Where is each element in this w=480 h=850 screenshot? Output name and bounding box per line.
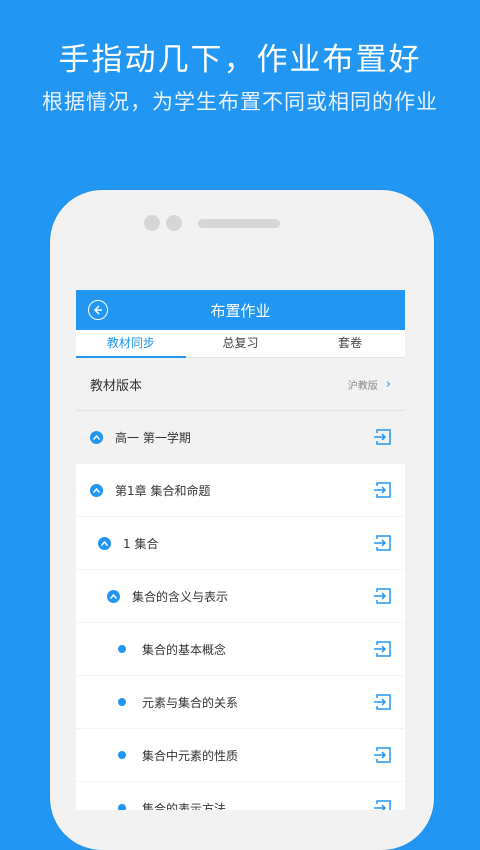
sensor — [166, 215, 182, 231]
tree-row[interactable]: 集合中元素的性质 — [76, 729, 405, 782]
tree-row[interactable]: 高一 第一学期 — [76, 411, 405, 464]
assign-icon[interactable] — [373, 639, 393, 659]
tab-papers[interactable]: 套卷 — [295, 330, 405, 357]
page-title: 布置作业 — [210, 301, 271, 320]
collapse-icon[interactable] — [107, 589, 120, 603]
assign-icon[interactable] — [373, 745, 393, 765]
tree-row[interactable]: 第1章 集合和命题 — [76, 464, 405, 517]
tree-row-label: 集合的基本概念 — [142, 642, 227, 657]
app-screen: 布置作业 教材同步 总复习 套卷 教材版本 沪教版 › 高一 第一学期 第1章 … — [76, 290, 405, 810]
tree-row-label: 元素与集合的关系 — [142, 695, 239, 710]
assign-icon[interactable] — [373, 533, 393, 553]
back-button[interactable] — [88, 300, 108, 320]
tab-bar: 教材同步 总复习 套卷 — [76, 330, 405, 358]
chevron-right-icon: › — [385, 376, 391, 392]
assign-icon[interactable] — [373, 586, 393, 606]
tree-row-label: 集合的含义与表示 — [132, 589, 229, 604]
tree-row-label: 集合中元素的性质 — [142, 748, 239, 763]
collapse-icon[interactable] — [98, 536, 111, 550]
textbook-version-label: 教材版本 — [90, 378, 143, 394]
earpiece-speaker — [198, 219, 280, 228]
textbook-version-row[interactable]: 教材版本 沪教版 › — [76, 358, 405, 411]
tree-row-label: 集合的表示方法 — [142, 801, 227, 811]
bullet-dot-icon — [118, 804, 126, 810]
promo-headline: 手指动几下，作业布置好 — [58, 42, 422, 78]
tree-row[interactable]: 1 集合 — [76, 517, 405, 570]
tree-row[interactable]: 元素与集合的关系 — [76, 676, 405, 729]
tree-row-label: 高一 第一学期 — [115, 430, 191, 445]
assign-icon[interactable] — [373, 427, 393, 447]
collapse-icon[interactable] — [90, 430, 103, 444]
bullet-dot-icon — [118, 698, 126, 706]
bullet-dot-icon — [118, 751, 126, 759]
tree-row[interactable]: 集合的表示方法 — [76, 782, 405, 810]
tab-review[interactable]: 总复习 — [186, 330, 296, 357]
tree-row[interactable]: 集合的基本概念 — [76, 623, 405, 676]
chapter-tree: 高一 第一学期 第1章 集合和命题 1 集合 集合的含义与表示 集合的基本概念 … — [76, 411, 405, 810]
promo-subline: 根据情况，为学生布置不同或相同的作业 — [42, 90, 438, 114]
tree-row-label: 1 集合 — [123, 536, 159, 551]
front-camera — [144, 215, 160, 231]
bullet-dot-icon — [118, 645, 126, 653]
assign-icon[interactable] — [373, 692, 393, 712]
back-arrow-icon — [93, 305, 102, 315]
tree-row[interactable]: 集合的含义与表示 — [76, 570, 405, 623]
tree-row-label: 第1章 集合和命题 — [115, 483, 211, 498]
collapse-icon[interactable] — [90, 483, 103, 497]
assign-icon[interactable] — [373, 480, 393, 500]
textbook-version-value: 沪教版 — [347, 380, 378, 392]
title-bar: 布置作业 — [76, 290, 405, 330]
tab-textbook-sync[interactable]: 教材同步 — [76, 330, 186, 358]
